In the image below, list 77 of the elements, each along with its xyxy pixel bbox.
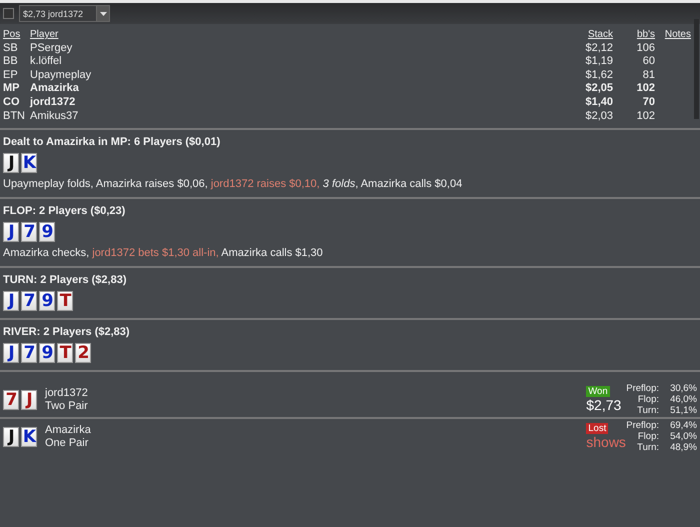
playing-card: 9 — [39, 291, 55, 312]
equity-label: Turn: — [636, 442, 659, 454]
stack-cell-text: $1,62 — [584, 68, 613, 82]
playing-card: J — [3, 343, 19, 364]
stack-cell-text: $2,05 — [584, 82, 613, 96]
player-cell-text: Upaymeplay — [30, 68, 92, 82]
result-amount: $2,73 — [586, 397, 622, 414]
playing-card: J — [3, 291, 19, 312]
playing-card: K — [21, 426, 37, 447]
column-header[interactable]: Pos — [3, 28, 30, 42]
playing-card: J — [21, 390, 37, 410]
player-cell-text: jord1372 — [30, 96, 76, 110]
caret-icon — [100, 12, 106, 16]
playing-card: J — [3, 153, 19, 174]
street-title: TURN: 2 Players ($2,83) — [3, 274, 126, 286]
column-header[interactable]: Notes — [655, 28, 691, 42]
hand-rank: Two Pair — [45, 400, 88, 413]
column-header[interactable]: Player — [30, 28, 559, 42]
playing-card: T — [57, 343, 73, 364]
player-cell-text: PSergey — [30, 42, 74, 56]
playing-card: 7 — [3, 390, 19, 410]
stack-cell-text: $1,40 — [584, 96, 613, 110]
hand-dropdown[interactable]: $2,73 jord1372 — [19, 5, 110, 22]
column-header[interactable]: Stack — [559, 28, 613, 42]
equity-value: 51,1% — [669, 405, 697, 416]
equity-label: Turn: — [636, 405, 659, 416]
player-cell-text: k.löffel — [30, 55, 63, 69]
hand-rank: One Pair — [45, 436, 90, 450]
position-cell-text: SB — [3, 42, 19, 56]
playing-card: J — [3, 426, 19, 447]
player-name: jord1372 — [45, 386, 88, 400]
player-name: Amazirka — [45, 424, 91, 437]
street-title: FLOP: 2 Players ($0,23) — [3, 205, 126, 218]
player-cell-text: Amikus37 — [30, 110, 80, 124]
result-badge: Won — [586, 386, 610, 398]
equity-label: Flop: — [636, 431, 659, 442]
equity-label: Preflop: — [626, 420, 659, 432]
equity-label: Preflop: — [626, 383, 659, 394]
result-badge: Lost — [586, 423, 608, 434]
playing-card: 7 — [21, 222, 37, 242]
bb-cell-text: 102 — [636, 82, 655, 96]
equity-value: 69,4% — [669, 420, 697, 432]
equity-label: Flop: — [636, 394, 659, 406]
equity-value: 48,9% — [669, 442, 697, 454]
bb-cell-text: 106 — [636, 42, 655, 56]
equity-value: 46,0% — [669, 394, 697, 406]
street-title: RIVER: 2 Players ($2,83) — [3, 326, 130, 338]
playing-card: 7 — [21, 291, 37, 312]
stack-cell-text: $2,12 — [584, 42, 613, 56]
scrollbar-thumb[interactable] — [694, 19, 699, 119]
result-amount: shows — [586, 434, 626, 450]
playing-card: 2 — [75, 343, 91, 364]
playing-card: K — [21, 153, 37, 174]
playing-card: J — [3, 222, 19, 242]
bb-cell-text: 102 — [636, 110, 655, 124]
playing-card: T — [57, 291, 73, 312]
player-cell-text: Amazirka — [30, 82, 80, 96]
position-cell-text: BB — [3, 55, 19, 69]
equity-value: 30,6% — [669, 383, 697, 394]
street-title: Dealt to Amazirka in MP: 6 Players ($0,01) — [3, 136, 220, 148]
position-cell-text: CO — [3, 96, 20, 110]
position-cell-text: EP — [3, 68, 19, 82]
action-line: Amazirka checks, jord1372 bets $1,30 all-in, Amazirka calls $1,30 — [3, 247, 323, 260]
column-header[interactable]: bb's — [613, 28, 655, 42]
stack-cell-text: $2,03 — [584, 110, 613, 124]
playing-card: 7 — [21, 343, 37, 364]
action-line: Upaymeplay folds, Amazirka raises $0,06, jord1372 raises $0,10, 3 folds, Amazirka calls $0,04 — [3, 178, 462, 190]
playing-card: 9 — [39, 222, 55, 242]
bb-cell-text: 81 — [642, 68, 655, 82]
bb-cell-text: 60 — [642, 55, 655, 69]
equity-value: 54,0% — [669, 431, 697, 442]
position-cell-text: MP — [3, 82, 20, 96]
stack-cell-text: $1,19 — [584, 55, 613, 69]
bb-cell-text: 70 — [642, 96, 655, 110]
playing-card: 9 — [39, 343, 55, 364]
position-cell-text: BTN — [3, 110, 26, 124]
checkbox[interactable] — [3, 8, 14, 19]
